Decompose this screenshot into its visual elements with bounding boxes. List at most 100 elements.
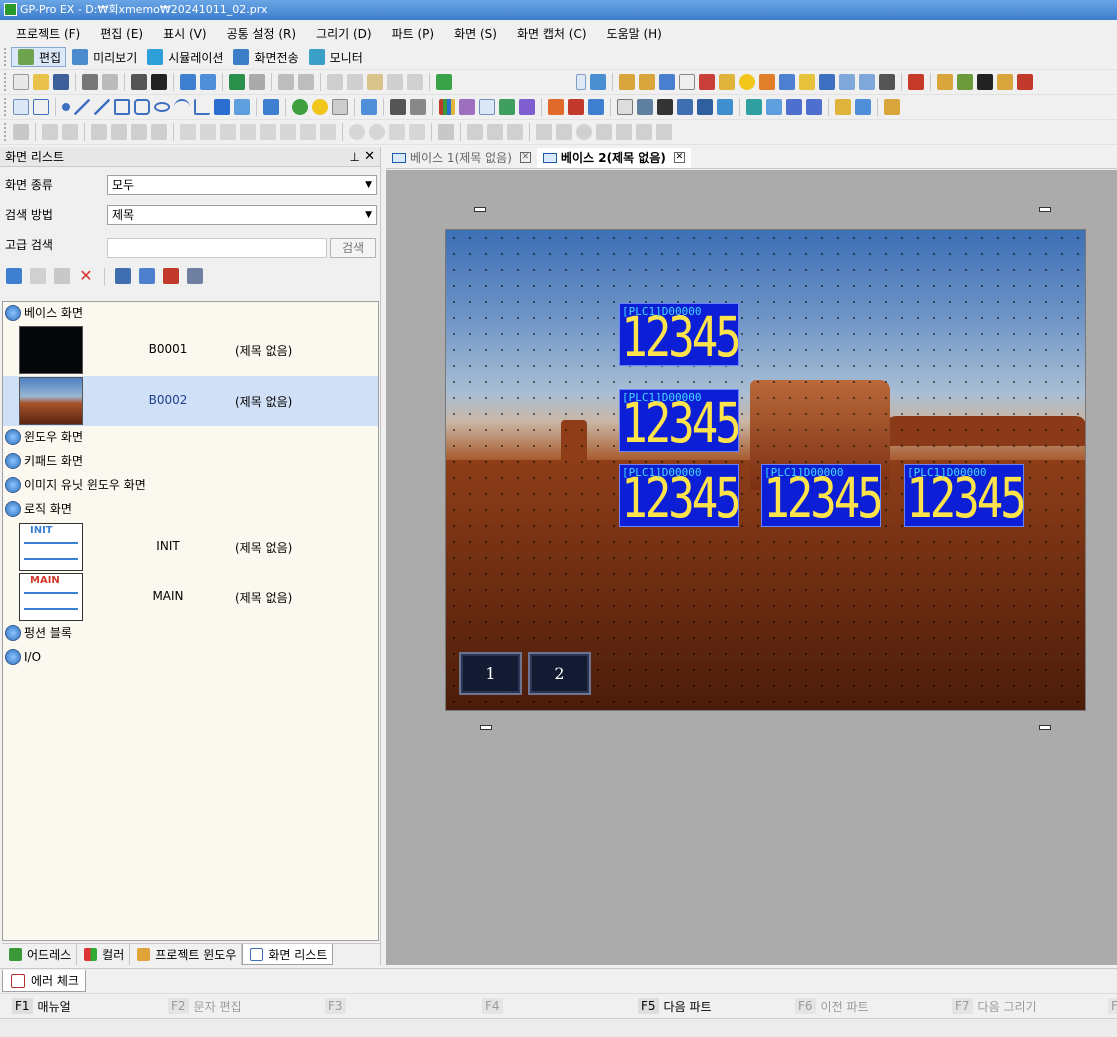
line-tool-icon[interactable] [74, 99, 90, 115]
screen-link-icon[interactable] [187, 268, 203, 284]
switch-part-icon[interactable] [292, 99, 308, 115]
symbol-icon[interactable] [659, 74, 675, 90]
screen-view-icon[interactable] [590, 74, 606, 90]
menu-draw[interactable]: 그리기 (D) [306, 25, 382, 42]
resize-handle[interactable] [480, 725, 492, 730]
forward-icon[interactable] [131, 124, 147, 140]
screen-row-main[interactable]: MAIN MAIN (제목 없음) [3, 572, 378, 622]
numeric-display-1[interactable]: 12345 [PLC1]D00000 [619, 303, 739, 366]
row-icon[interactable] [806, 99, 822, 115]
open-icon[interactable] [33, 74, 49, 90]
scale-tool-icon[interactable] [194, 99, 210, 115]
print-preview-icon[interactable] [102, 74, 118, 90]
menu-view[interactable]: 표시 (V) [153, 25, 216, 42]
image-tool-icon[interactable] [234, 99, 250, 115]
tab-error-check[interactable]: 에러 체크 [2, 970, 86, 992]
tree-node-io[interactable]: I/O [5, 646, 41, 668]
tab-base-2[interactable]: 베이스 2(제목 없음) ✕ [536, 147, 691, 168]
select-pointer-icon[interactable] [13, 99, 29, 115]
toolbar-grip[interactable] [4, 123, 7, 141]
grid-icon[interactable] [390, 99, 406, 115]
simulation-button[interactable]: 시뮬레이션 [141, 47, 227, 67]
address-settings-icon[interactable] [639, 74, 655, 90]
keypad-icon[interactable] [637, 99, 653, 115]
font-icon[interactable] [819, 74, 835, 90]
new-screen-icon[interactable] [180, 74, 196, 90]
lamp-part-icon[interactable] [312, 99, 328, 115]
polyline-tool-icon[interactable] [94, 99, 110, 115]
bring-front-icon[interactable] [91, 124, 107, 140]
arc-tool-icon[interactable] [174, 99, 190, 115]
fkey-f3[interactable]: F3 [325, 998, 351, 1014]
fall-contact-icon[interactable] [616, 124, 632, 140]
tree-node-image-unit-screens[interactable]: 이미지 유닛 윈도우 화면 [5, 474, 146, 496]
error-check-icon[interactable] [436, 74, 452, 90]
screen-capture-icon[interactable] [908, 74, 924, 90]
numeric-display-icon[interactable] [361, 99, 377, 115]
image-icon[interactable] [839, 74, 855, 90]
window-display-icon[interactable] [617, 99, 633, 115]
menu-screen[interactable]: 화면 (S) [444, 25, 507, 42]
recipe-icon[interactable] [779, 74, 795, 90]
advanced-search-input[interactable] [107, 238, 327, 258]
picture-display-icon[interactable] [746, 99, 762, 115]
delete-screen-icon[interactable]: ✕ [78, 268, 94, 284]
touch-icon[interactable] [835, 99, 851, 115]
ladder-icon[interactable] [467, 124, 483, 140]
bar-graph-icon[interactable] [439, 99, 455, 115]
close-icon[interactable]: ✕ [673, 152, 685, 163]
redo-icon[interactable] [298, 74, 314, 90]
menu-screen-capture[interactable]: 화면 캡처 (C) [507, 25, 597, 42]
numeric-display-2[interactable]: 12345 [PLC1]D00000 [619, 389, 739, 452]
line-graph-icon[interactable] [459, 99, 475, 115]
fkey-f4[interactable]: F4 [482, 998, 508, 1014]
tab-project-window[interactable]: 프로젝트 윈도우 [130, 944, 243, 965]
switch-button-2[interactable]: 2 [528, 652, 591, 695]
print-icon[interactable] [82, 74, 98, 90]
align-top-icon[interactable] [240, 124, 256, 140]
screen-properties-icon[interactable] [163, 268, 179, 284]
preview-button[interactable]: 미리보기 [66, 47, 141, 67]
find-icon[interactable] [131, 74, 147, 90]
open-screen-icon[interactable] [115, 268, 131, 284]
numeric-display-3[interactable]: 12345 [PLC1]D00000 [619, 464, 739, 527]
window-part-icon[interactable] [332, 99, 348, 115]
layer-icon[interactable] [42, 124, 58, 140]
data-display-icon[interactable] [568, 99, 584, 115]
cut-icon[interactable] [327, 74, 343, 90]
rotate-right-icon[interactable] [369, 124, 385, 140]
transfer-settings-icon[interactable] [997, 74, 1013, 90]
flip-horizontal-icon[interactable] [389, 124, 405, 140]
copy-screen-icon[interactable] [30, 268, 46, 284]
script-icon[interactable] [855, 99, 871, 115]
numeric-display-4[interactable]: 12345 [PLC1]D00000 [761, 464, 881, 527]
base-screen[interactable]: 12345 [PLC1]D00000 12345 [PLC1]D00000 12… [445, 229, 1086, 711]
video-icon[interactable] [859, 74, 875, 90]
table-tool-icon[interactable] [263, 99, 279, 115]
tree-node-function-blocks[interactable]: 펑션 블록 [5, 622, 72, 644]
open-screen-icon[interactable] [200, 74, 216, 90]
align-center-icon[interactable] [200, 124, 216, 140]
undo-icon[interactable] [278, 74, 294, 90]
tree-node-base-screens[interactable]: 베이스 화면 [5, 302, 83, 324]
duplicate-icon[interactable] [387, 74, 403, 90]
resize-handle[interactable] [1039, 207, 1051, 212]
pin-icon[interactable]: ⊥ [350, 147, 360, 167]
menu-edit[interactable]: 편집 (E) [90, 25, 153, 42]
block-icon[interactable] [507, 124, 523, 140]
numeric-display-5[interactable]: 12345 [PLC1]D00000 [904, 464, 1024, 527]
display-screen-icon[interactable] [139, 268, 155, 284]
resize-handle[interactable] [1039, 725, 1051, 730]
data-transfer-icon[interactable] [657, 99, 673, 115]
info-icon[interactable] [739, 74, 755, 90]
dot-tool-icon[interactable] [62, 103, 70, 111]
dropdown-arrow-icon[interactable] [576, 74, 586, 90]
rotate-left-icon[interactable] [349, 124, 365, 140]
copy-icon[interactable] [347, 74, 363, 90]
list-icon[interactable] [957, 74, 973, 90]
flip-vertical-icon[interactable] [409, 124, 425, 140]
meter-icon[interactable] [499, 99, 515, 115]
toolbar-grip[interactable] [4, 98, 7, 116]
resize-handle[interactable] [474, 207, 486, 212]
branch-up-icon[interactable] [656, 124, 672, 140]
